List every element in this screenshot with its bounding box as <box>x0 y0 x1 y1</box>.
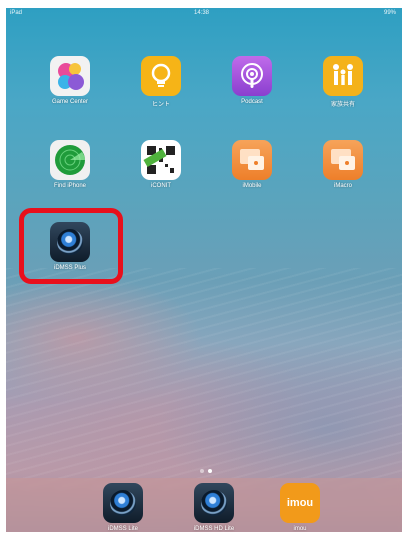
page-dot <box>200 469 204 473</box>
imobile-icon <box>232 140 272 180</box>
imou-icon: imou <box>280 483 320 523</box>
app-label: Find iPhone <box>53 183 87 189</box>
imacro-icon <box>323 140 363 180</box>
app-label: iDMSS Lite <box>107 526 138 532</box>
app-find-iphone[interactable]: Find iPhone <box>25 140 115 189</box>
wallpaper-ripples <box>6 268 402 488</box>
iconit-qr-icon <box>141 140 181 180</box>
app-label: Podcast <box>241 99 263 105</box>
find-iphone-icon <box>50 140 90 180</box>
app-label: ヒント <box>151 102 170 108</box>
tips-icon <box>141 56 181 96</box>
dock-app-idmss-lite[interactable]: iDMSS Lite <box>78 483 168 532</box>
app-label: Game Center <box>51 99 88 105</box>
game-center-icon <box>50 56 90 96</box>
app-label: 家族共有 <box>330 102 355 108</box>
dock: iDMSS Lite iDMSS HD Lite imou imou <box>6 478 402 532</box>
page-dot-current <box>208 469 212 473</box>
family-sharing-icon <box>323 56 363 96</box>
app-imobile[interactable]: iMobile <box>207 140 297 189</box>
idmss-lite-camera-icon <box>103 483 143 523</box>
app-podcast[interactable]: Podcast <box>207 56 297 105</box>
dock-app-imou[interactable]: imou imou <box>255 483 345 532</box>
carrier-label: iPad <box>10 10 23 16</box>
clock: 14:38 <box>194 10 210 16</box>
app-imacro[interactable]: iMacro <box>298 140 388 189</box>
app-label: iMobile <box>242 183 262 189</box>
status-bar: iPad 14:38 99% <box>6 8 402 20</box>
app-label: iMacro <box>333 183 352 189</box>
idmss-hd-lite-camera-icon <box>194 483 234 523</box>
page-indicator[interactable] <box>200 469 212 473</box>
app-label: iCONIT <box>151 183 171 189</box>
battery-level: 99% <box>383 10 396 16</box>
dock-app-idmss-hd-lite[interactable]: iDMSS HD Lite <box>169 483 259 532</box>
app-label: iDMSS HD Lite <box>193 526 235 532</box>
podcast-icon <box>232 56 272 96</box>
app-tips[interactable]: ヒント <box>116 56 206 108</box>
app-game-center[interactable]: Game Center <box>25 56 115 105</box>
highlight-box <box>19 208 123 284</box>
app-family-sharing[interactable]: 家族共有 <box>298 56 388 108</box>
app-iconit[interactable]: iCONIT <box>116 140 206 189</box>
app-label: imou <box>293 526 307 532</box>
ipad-home-screen: iPad 14:38 99% Game Center ヒント Podcast 家… <box>6 8 402 532</box>
imou-logo-text: imou <box>286 497 314 509</box>
